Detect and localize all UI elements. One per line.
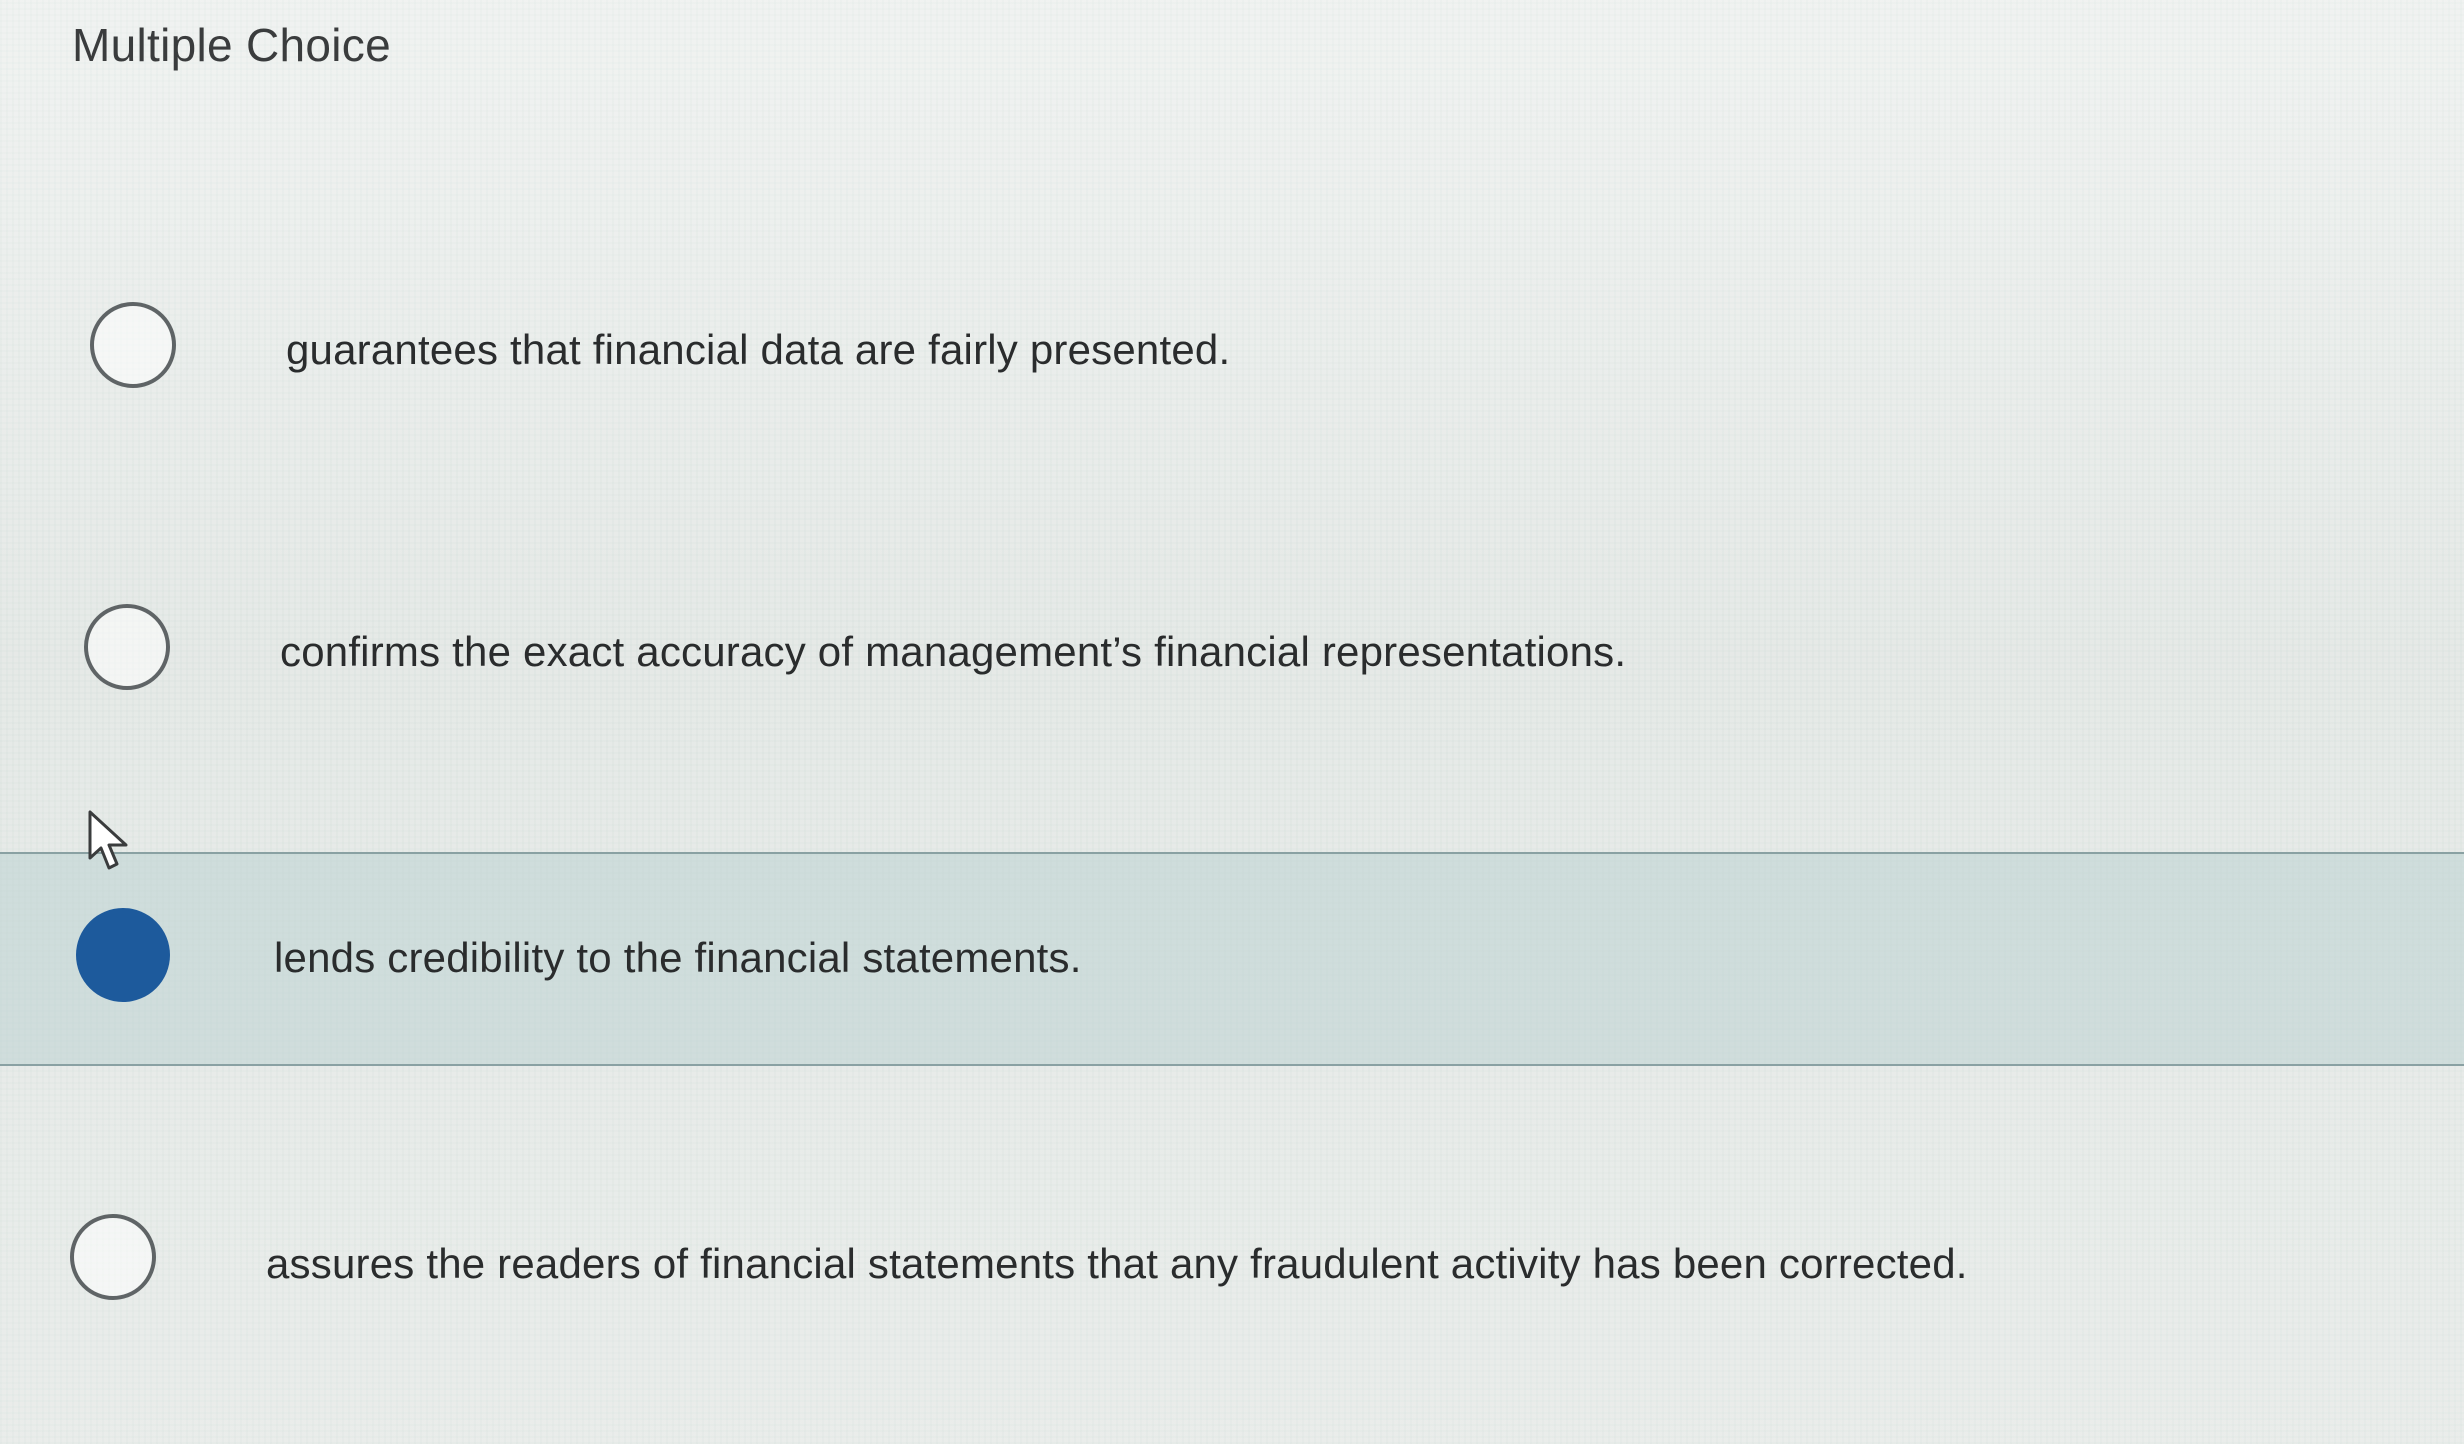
answer-option-4-label[interactable]: assures the readers of financial stateme… (266, 1240, 1968, 1288)
answer-options: guarantees that financial data are fairl… (0, 0, 2464, 1444)
answer-option-3-label[interactable]: lends credibility to the financial state… (274, 934, 1082, 982)
radio-button-option-2[interactable] (84, 604, 170, 690)
mouse-pointer-icon (88, 810, 128, 870)
answer-option-1-label[interactable]: guarantees that financial data are fairl… (286, 326, 1230, 374)
answer-option-2-label[interactable]: confirms the exact accuracy of managemen… (280, 628, 1626, 676)
answer-option-4[interactable]: assures the readers of financial stateme… (0, 1170, 2464, 1380)
answer-option-1[interactable]: guarantees that financial data are fairl… (0, 262, 2464, 472)
answer-option-3[interactable]: lends credibility to the financial state… (0, 852, 2464, 1066)
multiple-choice-page: Multiple Choice guarantees that financia… (0, 0, 2464, 1444)
radio-button-option-4[interactable] (70, 1214, 156, 1300)
answer-option-2[interactable]: confirms the exact accuracy of managemen… (0, 566, 2464, 776)
radio-button-option-1[interactable] (90, 302, 176, 388)
radio-button-option-3[interactable] (76, 908, 170, 1002)
